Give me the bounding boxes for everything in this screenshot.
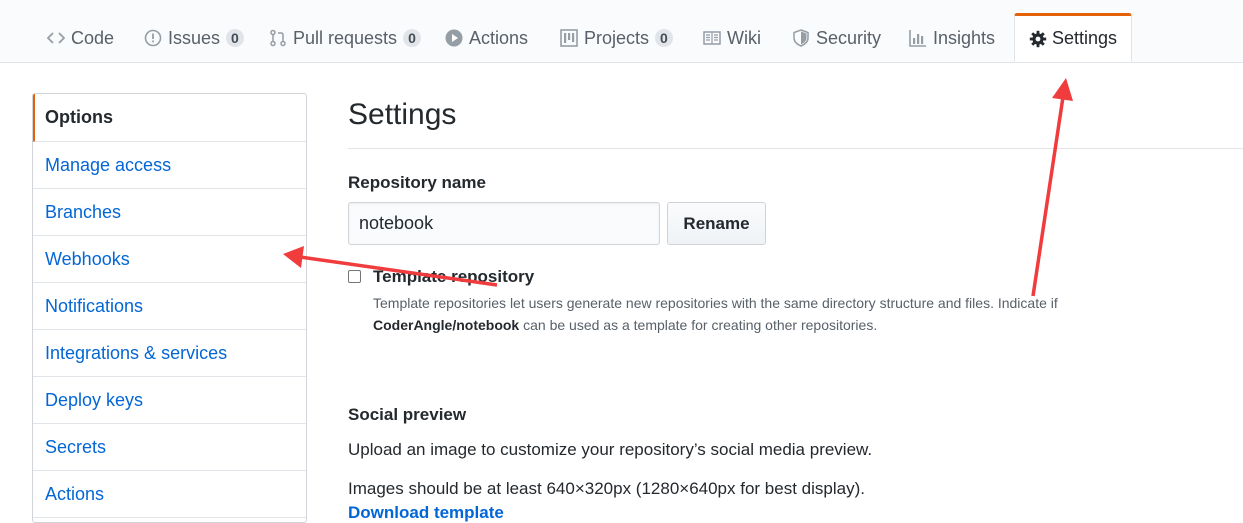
sidebar-item-label: Integrations & services <box>45 342 228 363</box>
tab-label: Issues <box>168 27 221 48</box>
arrow-to-settings <box>1031 78 1073 297</box>
title-divider <box>348 148 1243 149</box>
shield-icon <box>792 29 810 47</box>
sidebar-item-label: Branches <box>45 201 122 222</box>
play-icon <box>445 29 463 47</box>
sidebar-item-manage-access[interactable]: Manage access <box>33 142 306 189</box>
tab-insights[interactable]: Insights <box>909 14 995 62</box>
sidebar-item-secrets[interactable]: Secrets <box>33 424 306 471</box>
template-repository-checkbox[interactable] <box>348 270 361 283</box>
sidebar-item-label: Secrets <box>45 436 107 457</box>
gear-icon <box>1029 30 1047 48</box>
social-preview-size-hint: Images should be at least 640×320px (128… <box>348 479 865 498</box>
sidebar-item-integrations[interactable]: Integrations & services <box>33 330 306 377</box>
sidebar-item-webhooks[interactable]: Webhooks <box>33 236 306 283</box>
sidebar-item-notifications[interactable]: Notifications <box>33 283 306 330</box>
tab-settings[interactable]: Settings <box>1014 13 1132 62</box>
repository-name-input[interactable] <box>348 202 660 245</box>
pull-request-icon <box>269 29 287 47</box>
projects-count-badge: 0 <box>655 29 673 47</box>
tab-label: Insights <box>933 27 996 48</box>
tab-label: Projects <box>584 27 650 48</box>
rename-button[interactable]: Rename <box>667 202 766 245</box>
tab-projects[interactable]: Projects 0 <box>560 14 673 62</box>
book-icon <box>703 29 721 47</box>
pull-requests-count-badge: 0 <box>403 29 421 47</box>
tab-code[interactable]: Code <box>47 14 114 62</box>
sidebar-item-deploy-keys[interactable]: Deploy keys <box>33 377 306 424</box>
template-note-repo: CoderAngle/notebook <box>373 317 520 333</box>
sidebar-item-label: Notifications <box>45 295 144 316</box>
tab-pull-requests[interactable]: Pull requests 0 <box>269 14 421 62</box>
template-note-text: Template repositories let users generate… <box>373 295 1058 311</box>
tab-label: Code <box>71 27 115 48</box>
issues-count-badge: 0 <box>226 29 244 47</box>
project-icon <box>560 29 578 47</box>
template-repository-note: Template repositories let users generate… <box>373 292 1133 336</box>
settings-sidebar: Options Manage access Branches Webhooks … <box>32 93 307 523</box>
tab-wiki[interactable]: Wiki <box>703 14 761 62</box>
sidebar-item-label: Options <box>45 107 113 127</box>
issue-icon <box>144 29 162 47</box>
tab-issues[interactable]: Issues 0 <box>144 14 244 62</box>
sidebar-item-label: Deploy keys <box>45 389 144 410</box>
tab-label: Settings <box>1052 28 1118 48</box>
template-note-text-2: can be used as a template for creating o… <box>519 317 878 333</box>
sidebar-item-options[interactable]: Options <box>33 94 306 142</box>
repository-name-label: Repository name <box>348 173 486 192</box>
graph-icon <box>909 29 927 47</box>
tab-label: Wiki <box>727 27 761 48</box>
sidebar-item-label: Webhooks <box>45 248 130 269</box>
tab-actions[interactable]: Actions <box>445 14 528 62</box>
download-template-link[interactable]: Download template <box>348 503 504 523</box>
code-icon <box>47 29 65 47</box>
tab-label: Actions <box>469 27 529 48</box>
tab-label: Pull requests <box>293 27 398 48</box>
social-preview-description: Upload an image to customize your reposi… <box>348 440 873 459</box>
sidebar-item-label: Actions <box>45 483 105 504</box>
repo-nav: Code Issues 0 Pull requests 0 Actions Pr… <box>0 0 1243 63</box>
sidebar-item-label: Manage access <box>45 154 172 175</box>
social-preview-heading: Social preview <box>348 405 467 424</box>
tab-label: Security <box>816 27 882 48</box>
tab-security[interactable]: Security <box>792 14 881 62</box>
template-repository-label[interactable]: Template repository <box>373 267 534 287</box>
page-title: Settings <box>348 98 457 131</box>
sidebar-item-branches[interactable]: Branches <box>33 189 306 236</box>
